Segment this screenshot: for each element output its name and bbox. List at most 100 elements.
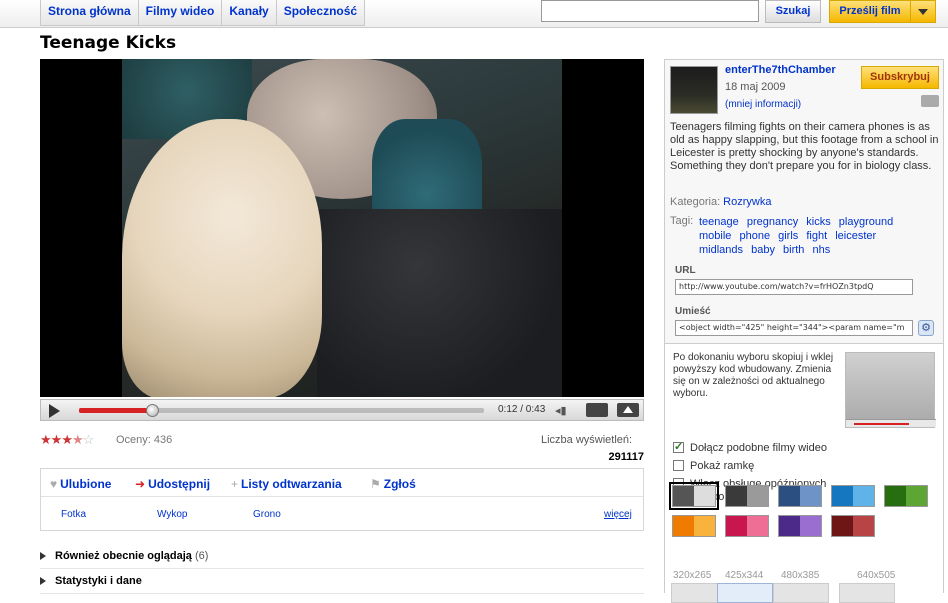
plus-icon: + — [231, 477, 239, 491]
more-link[interactable]: więcej — [604, 509, 632, 520]
progress-bar[interactable] — [79, 404, 484, 417]
size-option[interactable] — [717, 583, 773, 603]
views-count: 291117 — [608, 451, 645, 463]
actions-tabs: ♥ Ulubione ➜ Udostępnij + Listy odtwarzania… — [41, 469, 643, 497]
nav-tab-videos[interactable]: Filmy wideo — [139, 0, 223, 25]
option-related-videos[interactable]: Dołącz podobne filmy wideo — [673, 440, 827, 454]
checkbox[interactable] — [673, 440, 684, 453]
main-nav: Strona główna Filmy wideo Kanały Społecz… — [40, 0, 366, 26]
expand-arrow-icon — [40, 552, 46, 560]
size-label: 425x344 — [725, 570, 764, 581]
heart-icon: ♥ — [50, 477, 58, 491]
tag-link[interactable]: birth — [783, 244, 804, 256]
nav-tab-home[interactable]: Strona główna — [41, 0, 139, 25]
tag-link[interactable]: girls — [778, 230, 798, 242]
section-statistics[interactable]: Statystyki i dane — [40, 570, 644, 594]
color-swatch[interactable] — [778, 485, 822, 507]
share-link-wykop[interactable]: Wykop — [157, 509, 187, 520]
tag-link[interactable]: baby — [751, 244, 775, 256]
expand-arrow-icon — [40, 577, 46, 585]
section-also-watching[interactable]: Również obecnie oglądają (6) — [40, 545, 644, 569]
color-swatch[interactable] — [884, 485, 928, 507]
video-player[interactable] — [40, 59, 644, 397]
tag-link[interactable]: fight — [806, 230, 827, 242]
flag-button[interactable]: ⚑ Zgłoś — [370, 477, 416, 491]
video-description: Teenagers filming fights on their camera… — [670, 121, 939, 172]
nav-tab-community[interactable]: Społeczność — [277, 0, 364, 25]
url-label: URL — [675, 265, 696, 276]
tag-link[interactable]: playground — [839, 216, 893, 228]
color-swatch[interactable] — [725, 485, 769, 507]
tags-list: teenage pregnancy kicks playground mobil… — [699, 215, 909, 257]
embed-preview — [845, 352, 936, 428]
share-link-fotka[interactable]: Fotka — [61, 509, 86, 520]
star-icon[interactable]: ★ — [72, 432, 84, 447]
upload-button[interactable]: Prześlij film — [829, 0, 911, 23]
option-show-border[interactable]: Pokaż ramkę — [673, 460, 754, 472]
share-link-grono[interactable]: Grono — [253, 509, 281, 520]
less-info-link[interactable]: (mniej informacji) — [725, 99, 801, 110]
size-toggle-icon[interactable] — [586, 403, 608, 417]
gear-icon[interactable]: ⚙ — [918, 320, 934, 336]
message-icon[interactable] — [921, 95, 939, 107]
color-swatch[interactable] — [725, 515, 769, 537]
star-icon[interactable]: ★ — [51, 432, 63, 447]
tag-link[interactable]: pregnancy — [747, 216, 798, 228]
category: Kategoria: Rozrywka — [670, 196, 772, 208]
tag-link[interactable]: leicester — [835, 230, 876, 242]
tag-link[interactable]: kicks — [806, 216, 830, 228]
tag-link[interactable]: nhs — [812, 244, 830, 256]
progress-fill — [79, 408, 152, 413]
chevron-down-icon — [918, 8, 928, 15]
rating-count: Oceny: 436 — [116, 434, 173, 446]
embed-code-field[interactable]: <object width="425" height="344"><param … — [675, 320, 913, 336]
upload-menu-button[interactable] — [911, 0, 936, 23]
url-field[interactable]: http://www.youtube.com/watch?v=frHOZn3tp… — [675, 279, 913, 295]
views-label: Liczba wyświetleń: — [541, 434, 633, 446]
search-input[interactable] — [541, 0, 759, 22]
star-icon[interactable]: ☆ — [83, 432, 95, 447]
embed-help-text: Po dokonaniu wyboru skopiuj i wklej powy… — [673, 352, 834, 399]
category-link[interactable]: Rozrywka — [723, 196, 771, 208]
embed-options: Po dokonaniu wyboru skopiuj i wklej powy… — [665, 343, 943, 603]
size-label: 480x385 — [781, 570, 820, 581]
top-bar: Strona główna Filmy wideo Kanały Społecz… — [0, 0, 948, 28]
channel-info-panel: enterThe7thChamber 18 maj 2009 (mniej in… — [664, 59, 944, 603]
checkbox[interactable] — [673, 460, 684, 471]
rating-stars[interactable]: ★★★★☆ — [40, 432, 95, 448]
avatar[interactable] — [670, 66, 718, 114]
tag-link[interactable]: midlands — [699, 244, 743, 256]
color-swatch[interactable] — [778, 515, 822, 537]
video-frame-image — [122, 59, 562, 397]
player-controls: 0:12 / 0:43 ◂▮ — [40, 399, 644, 421]
play-icon[interactable] — [49, 404, 60, 418]
progress-handle[interactable] — [145, 404, 159, 417]
volume-icon[interactable]: ◂▮ — [555, 404, 577, 417]
share-button[interactable]: ➜ Udostępnij — [135, 477, 210, 491]
nav-tab-channels[interactable]: Kanały — [222, 0, 277, 25]
fullscreen-icon[interactable] — [617, 403, 639, 417]
size-label: 320x265 — [673, 570, 712, 581]
tag-link[interactable]: phone — [739, 230, 770, 242]
flag-icon: ⚑ — [370, 477, 381, 491]
color-swatch[interactable] — [672, 515, 716, 537]
color-swatch[interactable] — [831, 515, 875, 537]
time-display: 0:12 / 0:43 — [498, 404, 546, 415]
video-title: Teenage Kicks — [40, 33, 177, 53]
actions-panel: ♥ Ulubione ➜ Udostępnij + Listy odtwarzania… — [40, 468, 644, 531]
star-icon[interactable]: ★ — [40, 432, 52, 447]
tag-link[interactable]: mobile — [699, 230, 731, 242]
tag-link[interactable]: teenage — [699, 216, 739, 228]
color-swatch[interactable] — [669, 482, 719, 510]
star-icon[interactable]: ★ — [61, 432, 73, 447]
size-label: 640x505 — [857, 570, 896, 581]
channel-name[interactable]: enterThe7thChamber — [725, 64, 836, 76]
subscribe-button[interactable]: Subskrybuj — [861, 66, 939, 89]
arrow-icon: ➜ — [135, 477, 146, 491]
playlists-button[interactable]: + Listy odtwarzania — [231, 477, 342, 491]
size-option[interactable] — [773, 583, 829, 603]
color-swatch[interactable] — [831, 485, 875, 507]
favorite-button[interactable]: ♥ Ulubione — [50, 477, 111, 491]
size-option[interactable] — [839, 583, 895, 603]
search-button[interactable]: Szukaj — [765, 0, 821, 23]
